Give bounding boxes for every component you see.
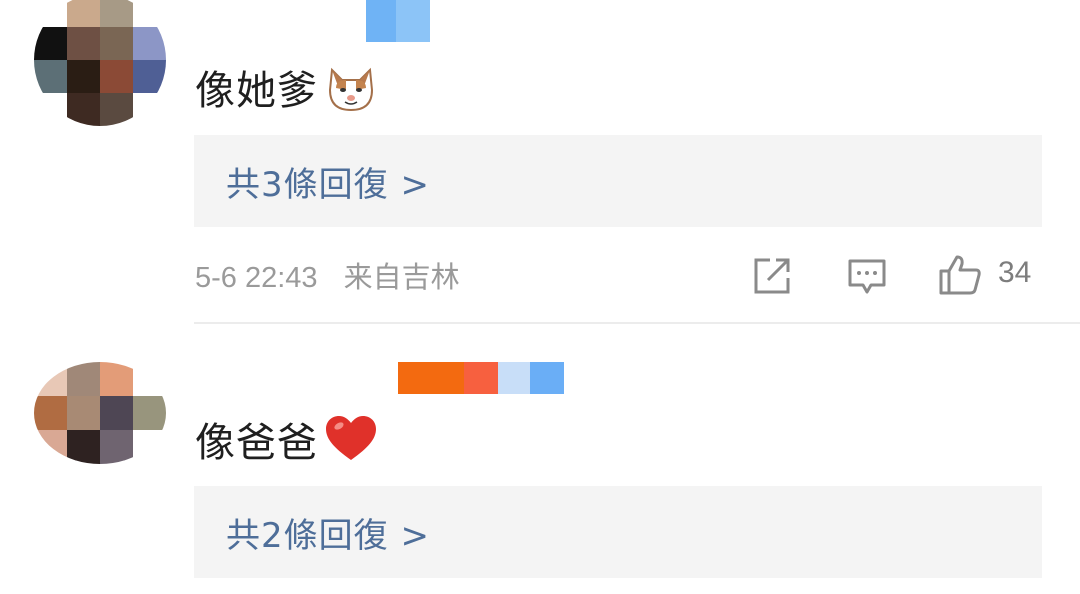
avatar-pixel <box>133 93 166 126</box>
avatar-pixel <box>67 396 100 430</box>
avatar-pixel <box>133 362 166 396</box>
avatar-pixel <box>34 93 67 126</box>
comment-list: 像她爹 共3條回復 > 5-6 22:43 来自吉林 34 像爸爸 共2條回復 … <box>0 0 1080 594</box>
avatar-pixel <box>100 0 133 27</box>
comment-icon[interactable] <box>847 258 887 296</box>
view-replies-button[interactable]: 共3條回復 > <box>194 135 1042 227</box>
avatar-pixel <box>133 396 166 430</box>
avatar-pixel <box>133 27 166 60</box>
location: 来自吉林 <box>343 262 460 294</box>
user-badge <box>398 362 564 394</box>
avatar-pixel <box>133 60 166 93</box>
timestamp: 5-6 22:43 <box>195 262 318 294</box>
avatar-pixel <box>67 27 100 60</box>
avatar-pixel <box>100 430 133 464</box>
avatar-pixel <box>34 362 67 396</box>
like-count: 34 <box>998 256 1032 289</box>
comment-text-row: 像她爹 <box>195 58 378 116</box>
view-replies-label: 共2條回復 > <box>226 515 430 556</box>
avatar-pixel <box>67 430 100 464</box>
share-icon[interactable] <box>752 256 792 296</box>
avatar-pixel <box>100 362 133 396</box>
divider <box>194 322 1080 324</box>
avatar-pixel <box>67 60 100 93</box>
avatar-pixel <box>34 0 67 27</box>
avatar-pixel <box>100 93 133 126</box>
avatar[interactable] <box>34 0 166 126</box>
view-replies-label: 共3條回復 > <box>226 164 430 205</box>
avatar-pixel <box>67 0 100 27</box>
comment-meta: 5-6 22:43 来自吉林 <box>195 254 460 296</box>
avatar-pixel <box>100 396 133 430</box>
avatar-pixel <box>34 60 67 93</box>
user-badge <box>366 0 430 42</box>
avatar-pixel <box>34 430 67 464</box>
avatar-pixel <box>34 27 67 60</box>
comment-text: 像她爹 <box>195 68 318 114</box>
red-heart-emoji-icon <box>324 412 378 466</box>
view-replies-button[interactable]: 共2條回復 > <box>194 486 1042 578</box>
avatar-pixel <box>100 27 133 60</box>
avatar[interactable] <box>34 362 166 464</box>
avatar-pixel <box>67 362 100 396</box>
comment-text-row: 像爸爸 <box>195 410 378 468</box>
cat-face-emoji-icon <box>324 60 378 114</box>
avatar-pixel <box>100 60 133 93</box>
avatar-pixel <box>133 430 166 464</box>
avatar-pixel <box>34 396 67 430</box>
avatar-pixel <box>67 93 100 126</box>
comment-text: 像爸爸 <box>195 420 318 466</box>
avatar-pixel <box>133 0 166 27</box>
like-thumb-icon[interactable] <box>938 254 982 296</box>
